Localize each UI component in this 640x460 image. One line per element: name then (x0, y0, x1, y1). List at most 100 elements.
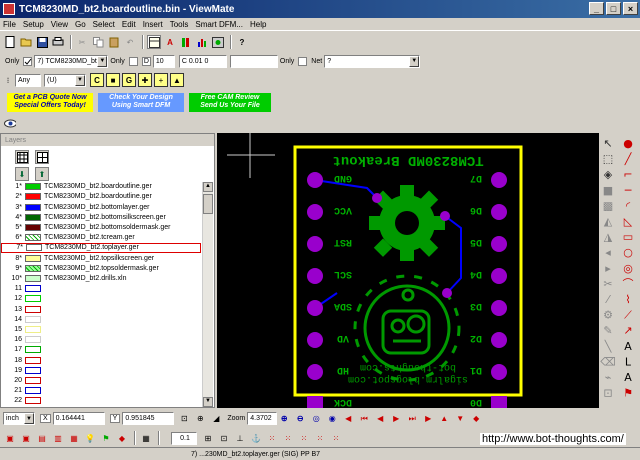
move-layer-down-icon[interactable]: ⬇ (15, 167, 29, 181)
layer-color-swatch[interactable] (25, 224, 41, 232)
chevron-down-icon[interactable]: ▼ (75, 74, 85, 86)
chevron-down-icon[interactable]: ▼ (24, 413, 34, 424)
first-icon[interactable]: ⏮ (357, 412, 371, 426)
layer-color-swatch[interactable] (25, 366, 41, 374)
rect-shape-icon[interactable]: ■ (106, 73, 120, 87)
zoom-field[interactable]: 4.3702 (247, 412, 278, 425)
triangle-shape-icon[interactable]: ▲ (170, 73, 184, 87)
layer-row[interactable]: 12 (1, 294, 201, 304)
move-icon[interactable]: ▸ (605, 262, 611, 275)
corner-icon[interactable]: ⌐ (623, 168, 632, 181)
move-layer-up-icon[interactable]: ⬆ (35, 167, 49, 181)
layer-row[interactable]: 20 (1, 376, 201, 386)
layer-color-swatch[interactable] (25, 264, 41, 272)
flag-icon[interactable]: ⚑ (99, 431, 113, 445)
only-net-checkbox[interactable] (298, 56, 308, 66)
cam-review-banner[interactable]: Free CAM Review Send Us Your File (189, 92, 271, 112)
layer-color-swatch[interactable] (25, 254, 41, 262)
pan-down-icon[interactable]: ▼ (453, 412, 467, 426)
select-box-icon[interactable]: ⬚ (603, 153, 613, 166)
pad-select4-icon[interactable]: ⁙ (313, 431, 327, 445)
chevron-down-icon[interactable]: ▼ (97, 55, 108, 67)
pcb-quote-banner[interactable]: Get a PCB Quote Now Special Offers Today… (7, 92, 93, 112)
maximize-button[interactable]: □ (606, 2, 621, 15)
layer-row[interactable]: 9* TCM8230MD_bt2.topsoldermask.ger (1, 264, 201, 274)
paste-icon[interactable] (107, 35, 121, 49)
pad-select5-icon[interactable]: ⁙ (329, 431, 343, 445)
wire-icon[interactable]: ⌁ (605, 371, 612, 384)
undo-icon[interactable]: ↶ (123, 35, 137, 49)
layer-row[interactable]: 14 (1, 315, 201, 325)
pointer-icon[interactable]: ⁝ (3, 73, 13, 87)
layer-row[interactable]: 18 (1, 355, 201, 365)
layer-grid-alt-icon[interactable] (35, 150, 49, 164)
layer-row[interactable]: 1* TCM8230MD_bt2.boardoutline.ger (1, 182, 201, 192)
layer-color-swatch[interactable] (25, 213, 41, 221)
shade-icon[interactable]: ▩ (603, 199, 613, 212)
zigzag-icon[interactable]: ⌇ (625, 293, 630, 306)
menu-go[interactable]: Go (75, 20, 86, 29)
layer-color-swatch[interactable] (25, 346, 41, 354)
zoom-in-icon[interactable]: ⊕ (277, 412, 291, 426)
draw-line-icon[interactable]: ▤ (35, 431, 49, 445)
path-icon[interactable]: ⟋ (624, 309, 632, 322)
grid-icon[interactable]: ⊞ (201, 431, 215, 445)
target-icon[interactable]: ◎ (623, 262, 633, 275)
bookmark-icon[interactable]: ◆ (469, 412, 483, 426)
layer-scrollbar[interactable]: ▲ ▼ (202, 182, 213, 407)
layer-row[interactable]: 10* TCM8230MD_bt2.drills.xln (1, 274, 201, 284)
layer-grid-icon[interactable] (15, 150, 29, 164)
layer-color-swatch[interactable] (25, 356, 41, 364)
layer-table-icon[interactable] (147, 35, 161, 49)
flip-icon[interactable]: ◮ (604, 231, 613, 244)
layer-row[interactable]: 6* TCM8230MD_bt2.tcream.ger (1, 233, 201, 243)
erase-icon[interactable]: ⌫ (600, 355, 616, 368)
layer-color-swatch[interactable] (25, 203, 41, 211)
unit-dropdown[interactable]: inch ▼ (3, 412, 35, 425)
layer-color-swatch[interactable] (25, 183, 41, 191)
layer-row[interactable]: 7* TCM8230MD_bt2.toplayer.ger (1, 243, 201, 253)
grid-fine-icon[interactable]: ⊡ (217, 431, 231, 445)
menu-insert[interactable]: Insert (143, 20, 163, 29)
settings-icon[interactable] (211, 35, 225, 49)
menu-select[interactable]: Select (93, 20, 115, 29)
last-icon[interactable]: ⏭ (405, 412, 419, 426)
layer-row[interactable]: 15 (1, 325, 201, 335)
layer-color-swatch[interactable] (25, 377, 41, 385)
triangle-icon[interactable]: ◺ (624, 215, 633, 228)
line-icon[interactable]: ╱ (624, 152, 633, 166)
node-icon[interactable]: ◈ (604, 168, 613, 181)
layer-row[interactable]: 8* TCM8230MD_bt2.topsilkscreen.ger (1, 253, 201, 263)
x-coordinate-field[interactable]: 0.164441 (52, 412, 105, 425)
close-button[interactable]: × (623, 2, 638, 15)
select-icon[interactable]: ↖ (603, 137, 612, 150)
pan-left-icon[interactable]: ◀ (341, 412, 355, 426)
marker-icon[interactable]: ◆ (115, 431, 129, 445)
gear-shape-icon[interactable]: G (122, 73, 136, 87)
smart-dfm-banner[interactable]: Check Your Design Using Smart DFM (98, 92, 184, 112)
net-select[interactable]: ? ▼ (324, 54, 421, 68)
snap-grid-icon[interactable]: ⊥ (233, 431, 247, 445)
layer-color-swatch[interactable] (25, 295, 41, 303)
cut-icon[interactable]: ✂ (603, 277, 612, 290)
target-icon[interactable]: ⊕ (193, 412, 207, 426)
unit-select[interactable]: (U) ▼ (44, 73, 86, 87)
layer-row[interactable]: 16 (1, 335, 201, 345)
draw-pad-alt-icon[interactable]: ▣ (19, 431, 33, 445)
italic-text-icon[interactable]: L (625, 355, 632, 368)
menu-help[interactable]: Help (250, 20, 266, 29)
bigtext-icon[interactable]: A (624, 371, 632, 384)
hline-icon[interactable]: ─ (624, 184, 632, 197)
menu-view[interactable]: View (51, 20, 68, 29)
arrow-icon[interactable]: ↗ (623, 324, 632, 337)
light-icon[interactable]: 💡 (83, 431, 97, 445)
prev-icon[interactable]: ◀ (373, 412, 387, 426)
anchor-icon[interactable]: ⚓ (249, 431, 263, 445)
layer-row[interactable]: 13 (1, 304, 201, 314)
layer-select[interactable]: 7) TCM8230MD_bt ▼ (34, 54, 109, 68)
gear-icon[interactable]: ⚙ (603, 309, 613, 322)
layer-color-swatch[interactable] (26, 244, 42, 252)
text-icon[interactable]: A (624, 340, 632, 353)
align-icon[interactable]: ◂ (605, 246, 611, 259)
layer-color-swatch[interactable] (25, 193, 41, 201)
